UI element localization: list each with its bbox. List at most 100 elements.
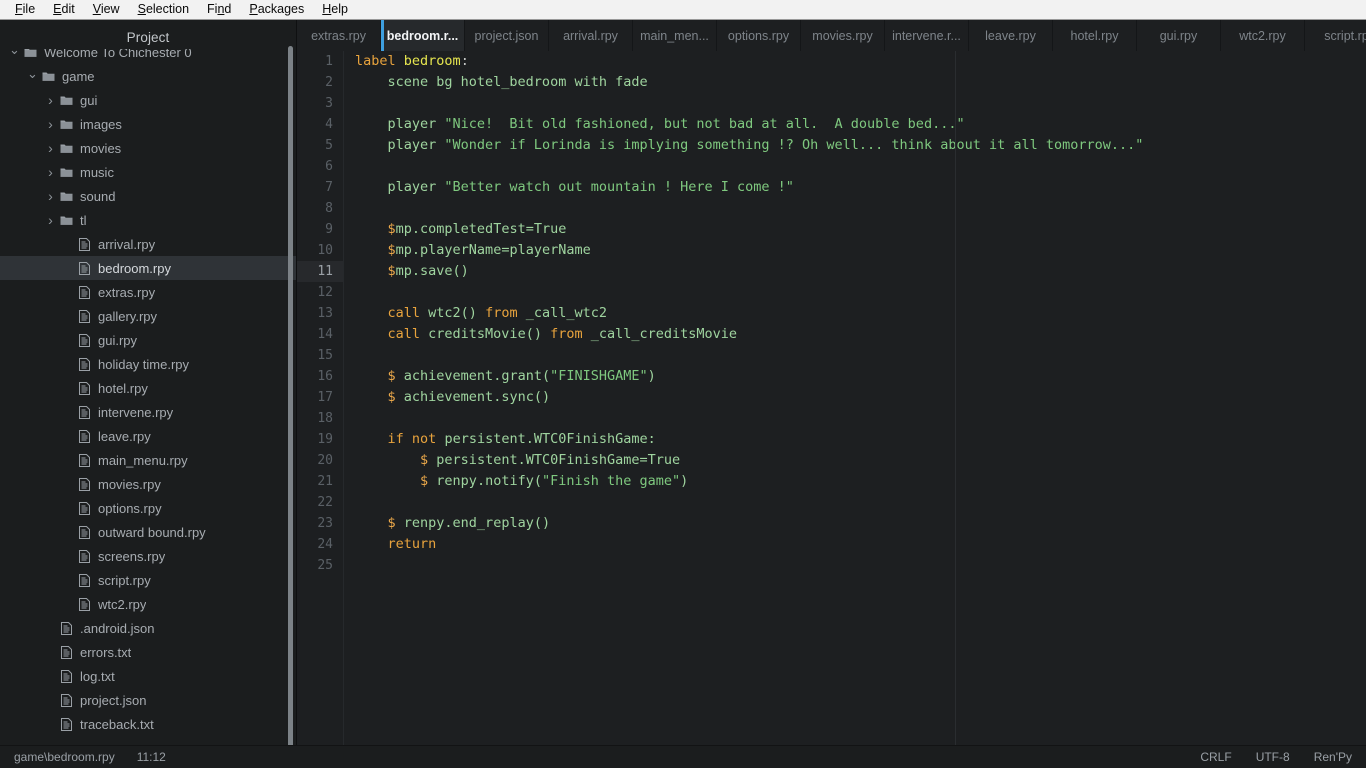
code-content[interactable]: label bedroom: scene bg hotel_bedroom wi… bbox=[344, 51, 1366, 745]
file-icon bbox=[75, 358, 94, 371]
code-line[interactable]: $ achievement.sync() bbox=[355, 387, 1366, 408]
tree-folder-gui[interactable]: ›gui bbox=[0, 88, 296, 112]
code-line[interactable] bbox=[355, 156, 1366, 177]
code-token: $ bbox=[388, 263, 396, 279]
code-line[interactable]: $ achievement.grant("FINISHGAME") bbox=[355, 366, 1366, 387]
code-line[interactable]: label bedroom: bbox=[355, 51, 1366, 72]
tree-file-holiday-time-rpy[interactable]: holiday time.rpy bbox=[0, 352, 296, 376]
code-line[interactable]: $ renpy.end_replay() bbox=[355, 513, 1366, 534]
tree-folder-images[interactable]: ›images bbox=[0, 112, 296, 136]
code-line[interactable]: $ renpy.notify("Finish the game") bbox=[355, 471, 1366, 492]
chevron-right-icon[interactable]: › bbox=[44, 117, 57, 131]
tree-folder-tl[interactable]: ›tl bbox=[0, 208, 296, 232]
tab-arrival-rpy[interactable]: arrival.rpy bbox=[549, 20, 633, 51]
menu-item-find[interactable]: Find bbox=[198, 0, 240, 19]
tree-file-script-rpy[interactable]: script.rpy bbox=[0, 568, 296, 592]
tree-file-android-json[interactable]: .android.json bbox=[0, 616, 296, 640]
tree-file-project-json[interactable]: project.json bbox=[0, 688, 296, 712]
tab-intervene-r[interactable]: intervene.r... bbox=[885, 20, 969, 51]
code-line[interactable]: call wtc2() from _call_wtc2 bbox=[355, 303, 1366, 324]
code-line[interactable]: scene bg hotel_bedroom with fade bbox=[355, 72, 1366, 93]
status-line-ending[interactable]: CRLF bbox=[1200, 750, 1231, 764]
tree-file-outward-bound-rpy[interactable]: outward bound.rpy bbox=[0, 520, 296, 544]
code-line[interactable] bbox=[355, 198, 1366, 219]
status-grammar[interactable]: Ren'Py bbox=[1314, 750, 1352, 764]
code-line[interactable] bbox=[355, 492, 1366, 513]
code-line[interactable]: player "Better watch out mountain ! Here… bbox=[355, 177, 1366, 198]
tab-wtc2-rpy[interactable]: wtc2.rpy bbox=[1221, 20, 1305, 51]
code-line[interactable] bbox=[355, 282, 1366, 303]
folder-icon bbox=[57, 191, 76, 202]
tree-file-wtc2-rpy[interactable]: wtc2.rpy bbox=[0, 592, 296, 616]
tree-folder-sound[interactable]: ›sound bbox=[0, 184, 296, 208]
tab-script-rp[interactable]: script.rp bbox=[1305, 20, 1366, 51]
code-line[interactable]: if not persistent.WTC0FinishGame: bbox=[355, 429, 1366, 450]
tab-main-men[interactable]: main_men... bbox=[633, 20, 717, 51]
tree-folder-movies[interactable]: ›movies bbox=[0, 136, 296, 160]
chevron-right-icon[interactable]: › bbox=[44, 165, 57, 179]
tree-file-gui-rpy[interactable]: gui.rpy bbox=[0, 328, 296, 352]
menu-item-edit[interactable]: Edit bbox=[44, 0, 84, 19]
tree-file-main-menu-rpy[interactable]: main_menu.rpy bbox=[0, 448, 296, 472]
tree-file-extras-rpy[interactable]: extras.rpy bbox=[0, 280, 296, 304]
tree-folder-welcome-to-chichester-0[interactable]: ⌄Welcome To Chichester 0 bbox=[0, 49, 296, 64]
code-area[interactable]: 1234567891011121314151617181920212223242… bbox=[297, 51, 1366, 745]
tree-file-bedroom-rpy[interactable]: bedroom.rpy bbox=[0, 256, 296, 280]
menu-item-file[interactable]: File bbox=[6, 0, 44, 19]
tree-file-hotel-rpy[interactable]: hotel.rpy bbox=[0, 376, 296, 400]
tree-file-intervene-rpy[interactable]: intervene.rpy bbox=[0, 400, 296, 424]
chevron-right-icon[interactable]: › bbox=[44, 213, 57, 227]
chevron-right-icon[interactable]: › bbox=[44, 141, 57, 155]
tree-folder-music[interactable]: ›music bbox=[0, 160, 296, 184]
tree-file-screens-rpy[interactable]: screens.rpy bbox=[0, 544, 296, 568]
menu-item-packages[interactable]: Packages bbox=[240, 0, 313, 19]
chevron-down-icon[interactable]: ⌄ bbox=[8, 49, 21, 56]
code-line[interactable] bbox=[355, 555, 1366, 576]
tree-folder-game[interactable]: ⌄game bbox=[0, 64, 296, 88]
code-token: "Finish the game" bbox=[542, 473, 680, 489]
chevron-right-icon[interactable]: › bbox=[44, 189, 57, 203]
code-line[interactable]: player "Wonder if Lorinda is implying so… bbox=[355, 135, 1366, 156]
menu-item-help[interactable]: Help bbox=[313, 0, 357, 19]
line-number: 24 bbox=[297, 534, 343, 555]
tab-leave-rpy[interactable]: leave.rpy bbox=[969, 20, 1053, 51]
status-cursor-position[interactable]: 11:12 bbox=[137, 750, 166, 764]
tab-movies-rpy[interactable]: movies.rpy bbox=[801, 20, 885, 51]
code-token bbox=[355, 242, 388, 258]
tab-gui-rpy[interactable]: gui.rpy bbox=[1137, 20, 1221, 51]
tree-file-errors-txt[interactable]: errors.txt bbox=[0, 640, 296, 664]
sidebar-scrollbar[interactable] bbox=[288, 46, 293, 745]
code-line[interactable]: call creditsMovie() from _call_creditsMo… bbox=[355, 324, 1366, 345]
code-token: call bbox=[388, 326, 421, 342]
menu-item-selection[interactable]: Selection bbox=[129, 0, 198, 19]
tab-project-json[interactable]: project.json bbox=[465, 20, 549, 51]
code-line[interactable] bbox=[355, 93, 1366, 114]
tab-options-rpy[interactable]: options.rpy bbox=[717, 20, 801, 51]
status-file-path[interactable]: game\bedroom.rpy bbox=[14, 750, 115, 764]
chevron-right-icon[interactable]: › bbox=[44, 93, 57, 107]
tree-file-leave-rpy[interactable]: leave.rpy bbox=[0, 424, 296, 448]
tree-file-arrival-rpy[interactable]: arrival.rpy bbox=[0, 232, 296, 256]
code-line[interactable]: $ persistent.WTC0FinishGame=True bbox=[355, 450, 1366, 471]
code-token: persistent.WTC0FinishGame: bbox=[436, 431, 655, 447]
code-line[interactable] bbox=[355, 345, 1366, 366]
code-line[interactable] bbox=[355, 408, 1366, 429]
menu-accelerator: S bbox=[138, 2, 146, 16]
code-line[interactable]: player "Nice! Bit old fashioned, but not… bbox=[355, 114, 1366, 135]
code-line[interactable]: $mp.playerName=playerName bbox=[355, 240, 1366, 261]
tree-file-gallery-rpy[interactable]: gallery.rpy bbox=[0, 304, 296, 328]
code-line[interactable]: return bbox=[355, 534, 1366, 555]
tree-file-options-rpy[interactable]: options.rpy bbox=[0, 496, 296, 520]
tree-file-log-txt[interactable]: log.txt bbox=[0, 664, 296, 688]
chevron-down-icon[interactable]: ⌄ bbox=[26, 67, 39, 80]
tab-bedroom-r[interactable]: bedroom.r... bbox=[381, 20, 465, 51]
code-line[interactable]: $mp.save() bbox=[355, 261, 1366, 282]
tree-file-traceback-txt[interactable]: traceback.txt bbox=[0, 712, 296, 736]
code-token: $ bbox=[388, 242, 396, 258]
tab-hotel-rpy[interactable]: hotel.rpy bbox=[1053, 20, 1137, 51]
status-encoding[interactable]: UTF-8 bbox=[1256, 750, 1290, 764]
tab-extras-rpy[interactable]: extras.rpy bbox=[297, 20, 381, 51]
code-line[interactable]: $mp.completedTest=True bbox=[355, 219, 1366, 240]
menu-item-view[interactable]: View bbox=[84, 0, 129, 19]
tree-file-movies-rpy[interactable]: movies.rpy bbox=[0, 472, 296, 496]
